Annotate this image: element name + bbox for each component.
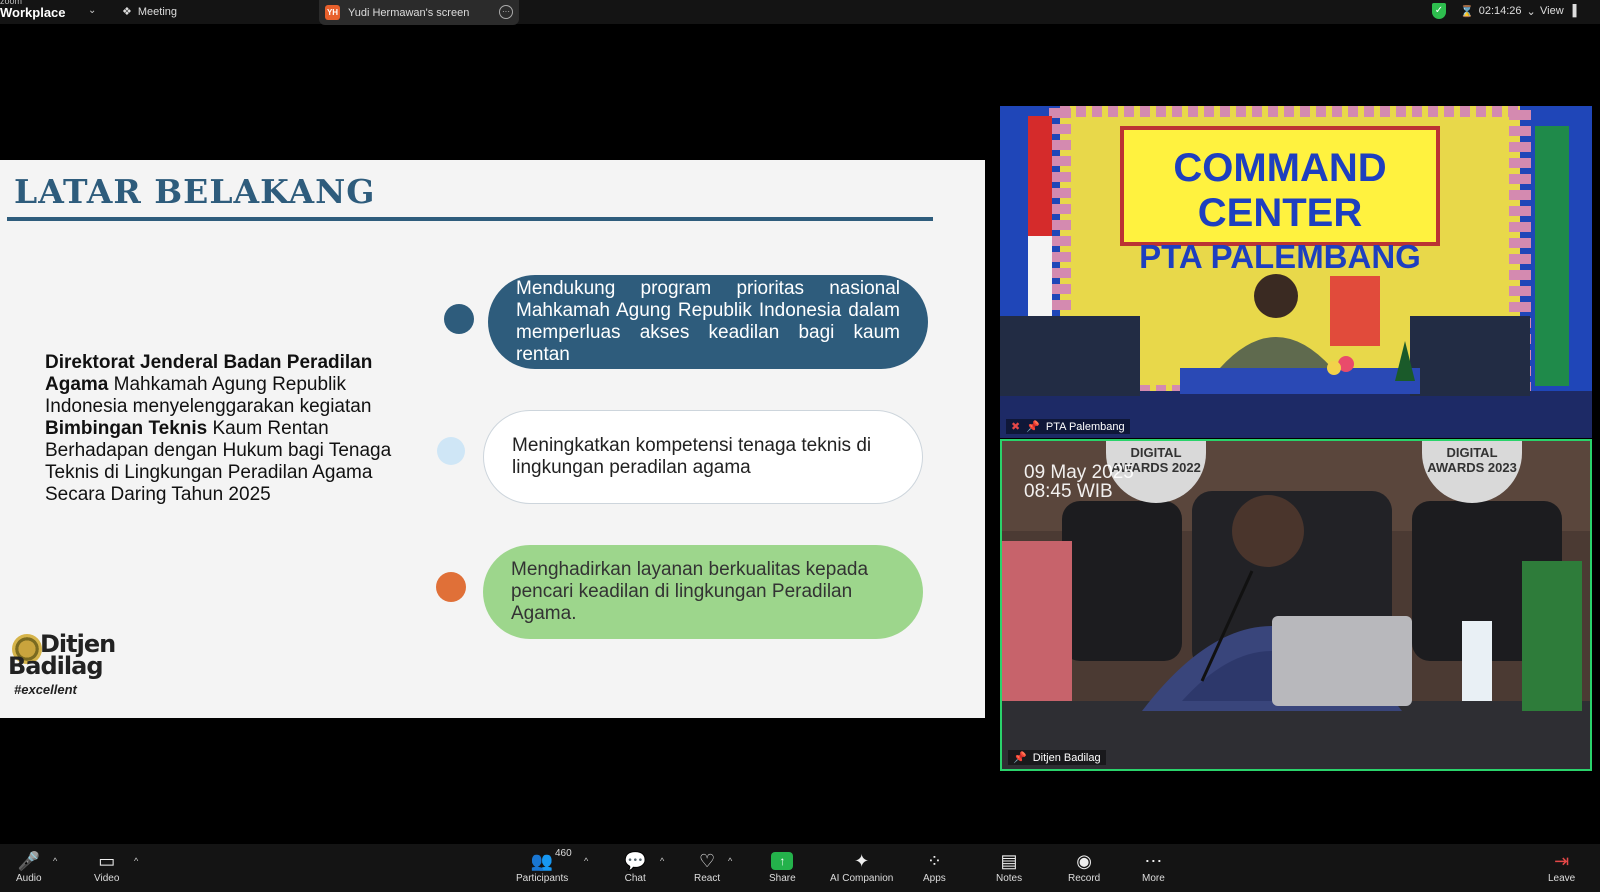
audio-options-chevron-icon[interactable]: ^ (53, 856, 57, 866)
chat-button[interactable]: 💬 Chat (624, 850, 646, 884)
timer-value: 02:14:26 (1478, 5, 1522, 17)
apps-label: Apps (923, 873, 946, 884)
bullet-dot-3 (436, 572, 466, 602)
pin-icon: 📌 (1013, 752, 1027, 764)
point-1-text: Mendukung program prioritas nasional Mah… (516, 278, 900, 365)
apps-button[interactable]: ⁘ Apps (923, 850, 946, 884)
video-tile-pta-palembang[interactable]: COMMAND CENTER PTA PALEMBANG ✖ 📌 PTA Pal… (1000, 106, 1592, 438)
more-label: More (1142, 873, 1165, 884)
meeting-timer[interactable]: ⌛ 02:14:26 ⌄ (1460, 5, 1536, 18)
record-icon: ◉ (1076, 851, 1092, 871)
more-icon: ⋯ (1144, 851, 1163, 871)
participant-name-label: ✖ 📌 PTA Palembang (1006, 419, 1130, 434)
notes-icon: ▤ (1000, 851, 1018, 871)
point-3-text: Menghadirkan layanan berkualitas kepada … (511, 559, 869, 624)
more-button[interactable]: ⋯ More (1142, 850, 1165, 884)
banner-text: COMMAND CENTER PTA PALEMBANG (1120, 146, 1440, 276)
shared-screen[interactable]: LATAR BELAKANG Direktorat Jenderal Badan… (0, 128, 985, 748)
heart-icon: ♡ (698, 851, 716, 871)
stamp-time: 08:45 WIB (1024, 481, 1113, 502)
zoom-workplace-logo: zoom Workplace (0, 0, 66, 19)
participant-name-label: 📌 Ditjen Badilag (1008, 750, 1106, 765)
title-underline (7, 217, 933, 221)
chat-label: Chat (624, 873, 646, 884)
meeting-toolbar: 🎤 Audio ^ ▭ Video ^ 👥 Participants 460 ^… (0, 844, 1600, 892)
audio-button[interactable]: 🎤 Audio (16, 850, 42, 884)
point-2: Meningkatkan kompetensi tenaga teknis di… (483, 410, 923, 504)
chevron-down-icon[interactable]: ⌄ (88, 5, 96, 16)
avatar: YH (325, 5, 340, 20)
point-1: Mendukung program prioritas nasional Mah… (488, 275, 928, 369)
meeting-info-button[interactable]: ❖ Meeting (122, 5, 178, 19)
meeting-label: Meeting (137, 5, 178, 18)
share-button[interactable]: ↑ Share (769, 850, 796, 884)
intro-bold-2: Bimbingan Teknis (45, 418, 208, 439)
banner-line-2: PTA PALEMBANG (1139, 238, 1421, 275)
record-label: Record (1068, 873, 1101, 884)
stamp-date: 09 May 2025 (1024, 462, 1134, 483)
muted-mic-icon: ✖ (1011, 421, 1021, 433)
record-button[interactable]: ◉ Record (1068, 850, 1100, 884)
bullet-dot-1 (444, 304, 474, 334)
video-options-chevron-icon[interactable]: ^ (134, 856, 138, 866)
participant-count: 460 (555, 848, 572, 859)
slide-intro-text: Direktorat Jenderal Badan Peradilan Agam… (45, 352, 415, 506)
muted-mic-icon: 🎤 (17, 851, 40, 871)
point-2-text: Meningkatkan kompetensi tenaga teknis di… (512, 435, 872, 478)
video-tile-ditjen-badilag[interactable]: DIGITAL AWARDS 2022 DIGITAL AWARDS 2023 … (1000, 439, 1592, 771)
bullet-dot-2 (437, 437, 465, 465)
chevron-down-icon: ⌄ (1526, 6, 1536, 18)
ditjen-badilag-logo: Ditjen Badilag #excellent (8, 630, 118, 712)
share-label: Share (769, 873, 796, 884)
video-button[interactable]: ▭ Video (94, 850, 119, 884)
banner-line-1: COMMAND CENTER (1173, 146, 1387, 235)
leave-label: Leave (1548, 873, 1576, 884)
leave-button[interactable]: ⇥ Leave (1548, 850, 1575, 884)
react-button[interactable]: ♡ React (694, 850, 720, 884)
video-camera-icon: ▭ (98, 851, 116, 871)
ai-companion-label: AI Companion (830, 873, 894, 884)
view-button[interactable]: View ▐ (1540, 5, 1576, 17)
participants-label: Participants (516, 873, 569, 884)
react-options-chevron-icon[interactable]: ^ (728, 856, 732, 866)
screen-share-title: Yudi Hermawan's screen (348, 6, 470, 19)
participant-name: Ditjen Badilag (1032, 751, 1101, 764)
audio-label: Audio (16, 873, 42, 884)
video-label: Video (94, 873, 120, 884)
timer-icon: ⌛ (1460, 6, 1474, 18)
notes-label: Notes (996, 873, 1023, 884)
sparkle-icon: ✦ (854, 851, 870, 871)
leave-icon: ⇥ (1554, 851, 1570, 871)
participants-options-chevron-icon[interactable]: ^ (584, 856, 588, 866)
more-options-icon[interactable]: ··· (499, 5, 513, 19)
pin-icon: 📌 (1026, 421, 1040, 433)
participant-name: PTA Palembang (1045, 420, 1125, 433)
brand-bottom: Workplace (0, 5, 66, 20)
chat-options-chevron-icon[interactable]: ^ (660, 856, 664, 866)
logo-tag: #excellent (14, 682, 77, 697)
point-3: Menghadirkan layanan berkualitas kepada … (483, 545, 923, 639)
presentation-slide: LATAR BELAKANG Direktorat Jenderal Badan… (0, 160, 985, 718)
date-time-stamp: 09 May 2025 08:45 WIB (1024, 463, 1134, 501)
view-label: View (1540, 5, 1564, 17)
participants-icon: 👥 (530, 851, 554, 871)
encryption-shield-icon[interactable]: ✓ (1432, 3, 1446, 19)
top-bar: zoom Workplace ⌄ ❖ Meeting YH Yudi Herma… (0, 0, 1600, 25)
view-layout-icon: ▐ (1568, 5, 1577, 17)
logo-line-2: Badilag (8, 652, 103, 680)
slide-title: LATAR BELAKANG (14, 172, 376, 211)
screen-share-tab[interactable]: YH Yudi Hermawan's screen ··· (319, 0, 519, 25)
chat-icon: 💬 (624, 851, 647, 871)
meeting-icon: ❖ (122, 6, 132, 18)
apps-icon: ⁘ (926, 851, 942, 871)
notes-button[interactable]: ▤ Notes (996, 850, 1022, 884)
share-screen-icon: ↑ (771, 852, 794, 870)
zoom-meeting-window: zoom Workplace ⌄ ❖ Meeting YH Yudi Herma… (0, 0, 1600, 892)
ai-companion-button[interactable]: ✦ AI Companion (830, 850, 893, 884)
react-label: React (694, 873, 721, 884)
